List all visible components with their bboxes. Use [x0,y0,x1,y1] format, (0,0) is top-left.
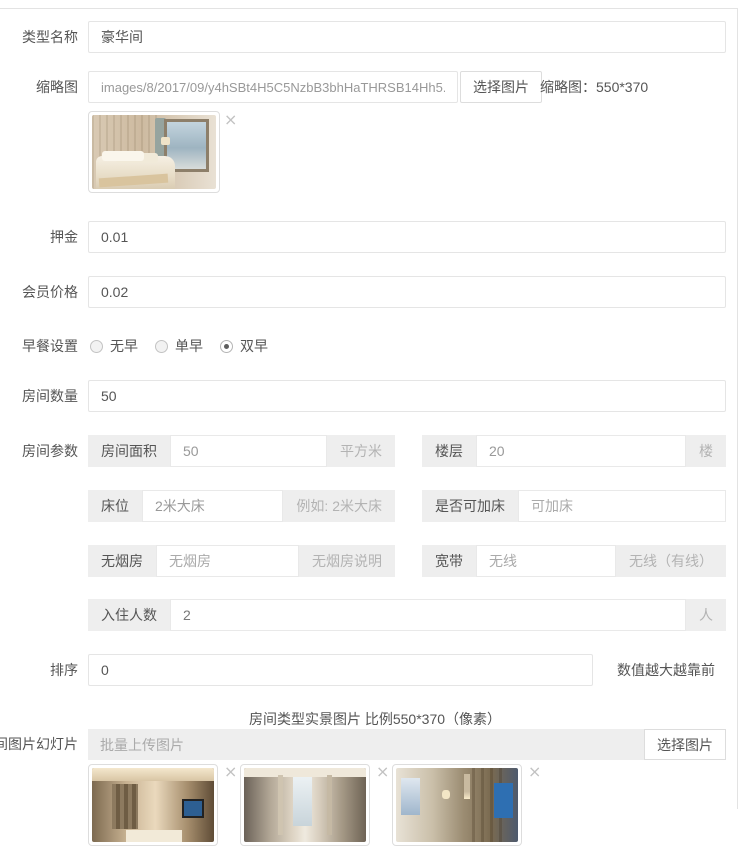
slideshow-upload-bar: 选择图片 [88,729,726,760]
thumbnail-path-input[interactable] [88,71,458,103]
extra-bed-addon-label: 是否可加床 [422,490,518,522]
no-smoking-note-label: 无烟房说明 [299,545,395,577]
photo-artwork [401,778,421,815]
occupancy-unit-label: 人 [686,599,726,631]
remove-image-icon[interactable]: × [224,765,237,779]
bed-group: 床位 例如: 2米大床 [88,490,395,522]
photo-window [293,774,313,826]
choose-images-button[interactable]: 选择图片 [644,729,726,760]
radio-circle-icon [90,340,103,353]
radio-label: 无早 [110,336,138,356]
no-smoking-input[interactable] [156,545,299,577]
sort-input[interactable] [88,654,593,686]
photo-ceiling [92,768,214,781]
occupancy-addon-label: 入住人数 [88,599,170,631]
area-unit-label: 平方米 [327,435,395,467]
area-input[interactable] [170,435,327,467]
radio-no-breakfast[interactable]: 无早 [90,336,138,356]
photo-wood-panel [112,784,139,828]
photo-column [327,775,332,834]
radio-single-breakfast[interactable]: 单早 [155,336,203,356]
floor-group: 楼层 楼 [422,435,726,467]
no-smoking-addon-label: 无烟房 [88,545,156,577]
room-params-label: 房间参数 [0,435,78,467]
breakfast-radio-group: 无早 单早 双早 [90,336,285,356]
broadband-note-label: 无线（有线） [616,545,726,577]
photo-lamp [442,790,449,799]
gallery-heading: 房间类型实景图片 比例550*370（像素） [0,709,750,729]
sort-label: 排序 [0,654,78,686]
broadband-group: 宽带 无线（有线） [422,545,726,577]
extra-bed-group: 是否可加床 [422,490,726,522]
deposit-input[interactable] [88,221,726,253]
room-photo-corridor [244,768,366,842]
occupancy-input[interactable] [170,599,686,631]
photo-lamp [161,137,170,144]
photo-tv [182,799,204,818]
occupancy-group: 入住人数 人 [88,599,726,631]
bed-example-label: 例如: 2米大床 [283,490,395,522]
deposit-label: 押金 [0,221,78,253]
remove-image-icon[interactable]: × [376,765,389,779]
thumbnail-size-hint: 缩略图：550*370 [540,71,648,103]
radio-double-breakfast[interactable]: 双早 [220,336,268,356]
floor-input[interactable] [476,435,686,467]
choose-image-button[interactable]: 选择图片 [460,71,542,103]
slideshow-thumb [392,764,522,846]
radio-label: 单早 [175,336,203,356]
photo-bed [126,830,182,842]
radio-label: 双早 [240,336,268,356]
breakfast-label: 早餐设置 [0,336,78,356]
room-photo-warm-tv [92,768,214,842]
radio-circle-icon [220,340,233,353]
slideshow-thumb [240,764,370,846]
area-addon-label: 房间面积 [88,435,170,467]
batch-upload-input[interactable] [88,729,648,760]
member-price-label: 会员价格 [0,276,78,308]
slideshow-label: 房间图片幻灯片 [0,729,78,760]
room-count-input[interactable] [88,380,726,412]
remove-image-icon[interactable]: × [528,765,541,779]
radio-circle-icon [155,340,168,353]
photo-lamp [464,774,470,799]
slideshow-thumb [88,764,218,846]
thumbnail-label: 缩略图 [0,71,78,103]
photo-ceiling [244,768,366,777]
type-name-label: 类型名称 [0,21,78,53]
member-price-input[interactable] [88,276,726,308]
area-group: 房间面积 平方米 [88,435,395,467]
broadband-input[interactable] [476,545,616,577]
room-photo-main [92,115,216,189]
floor-unit-label: 楼 [686,435,726,467]
photo-column [278,775,283,834]
type-name-input[interactable] [88,21,726,53]
photo-pillows [102,151,144,161]
no-smoking-group: 无烟房 无烟房说明 [88,545,395,577]
sort-hint: 数值越大越靠前 [617,654,715,686]
floor-addon-label: 楼层 [422,435,476,467]
room-count-label: 房间数量 [0,380,78,412]
remove-thumbnail-icon[interactable]: × [224,113,237,127]
bed-addon-label: 床位 [88,490,142,522]
room-photo-blue-art [396,768,518,842]
bed-input[interactable] [142,490,283,522]
extra-bed-input[interactable] [518,490,726,522]
thumbnail-preview [88,111,220,193]
broadband-addon-label: 宽带 [422,545,476,577]
